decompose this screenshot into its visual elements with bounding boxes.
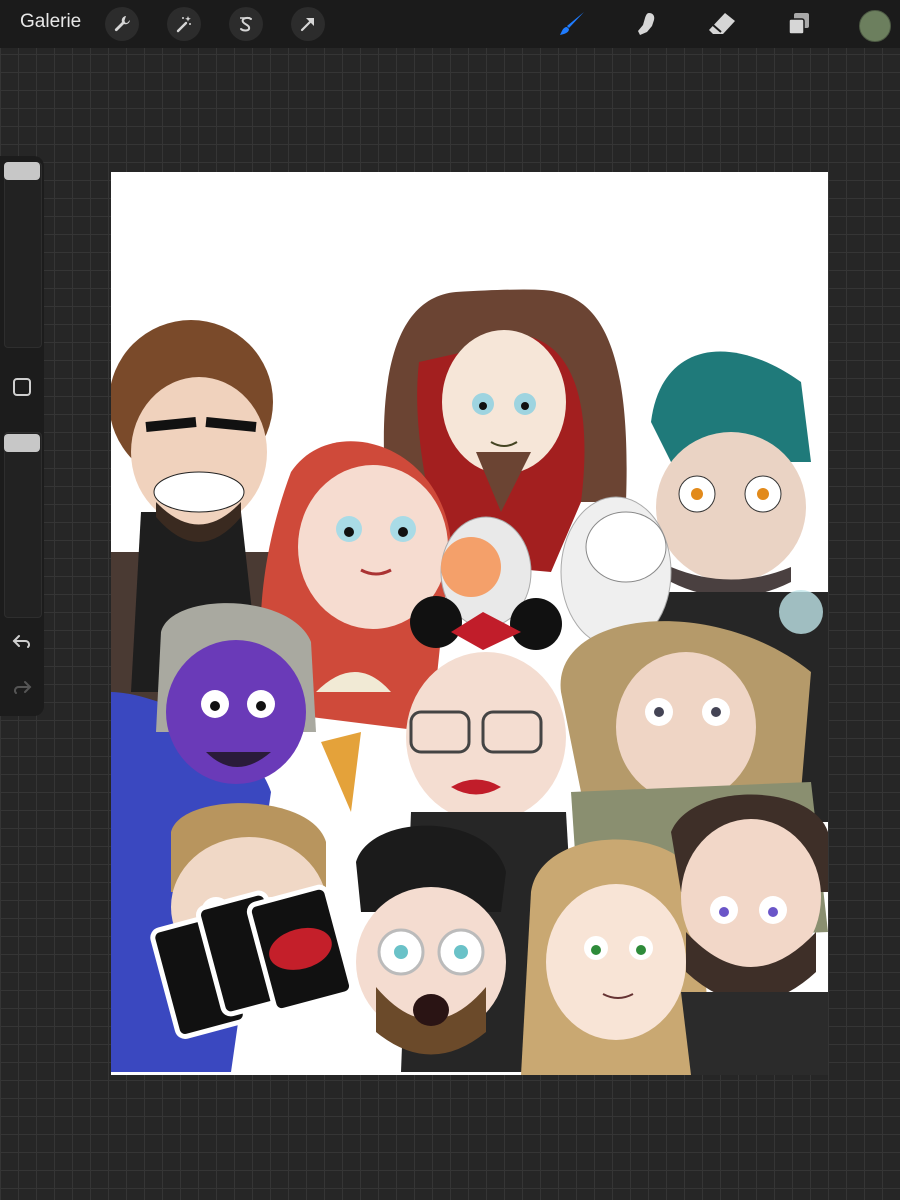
opacity-thumb[interactable] [4, 434, 40, 452]
brush-tool[interactable] [556, 8, 588, 40]
hat-glasses-man [356, 825, 506, 1055]
modify-button[interactable] [13, 378, 31, 396]
bearded-man [671, 794, 828, 1075]
magic-wand-icon [176, 16, 191, 33]
undo-icon[interactable] [10, 630, 34, 654]
layers-tool[interactable] [783, 8, 815, 40]
brush-size-slider[interactable] [4, 162, 42, 348]
transform-button[interactable] [291, 7, 325, 41]
opacity-slider[interactable] [4, 432, 42, 618]
smudge-tool[interactable] [632, 8, 664, 40]
top-toolbar: Galerie [0, 0, 900, 48]
brush-size-thumb[interactable] [4, 162, 40, 180]
redo-icon[interactable] [10, 676, 34, 700]
brush-icon [560, 12, 584, 35]
adjustments-button[interactable] [167, 7, 201, 41]
selection-button[interactable] [229, 7, 263, 41]
arrow-transform-icon [300, 18, 314, 32]
artwork-illustration [111, 289, 828, 1075]
uno-cards-man [150, 803, 355, 1039]
layers-icon [788, 13, 809, 35]
color-picker-swatch[interactable] [859, 10, 891, 42]
wrench-icon [114, 16, 130, 32]
drawing-canvas[interactable] [111, 172, 828, 1075]
selection-s-icon [240, 17, 252, 32]
gallery-button[interactable]: Galerie [20, 11, 81, 33]
left-sidebar [0, 156, 44, 716]
smudge-icon [638, 13, 655, 35]
actions-button[interactable] [105, 7, 139, 41]
eraser-icon [709, 13, 735, 34]
eraser-tool[interactable] [706, 8, 738, 40]
